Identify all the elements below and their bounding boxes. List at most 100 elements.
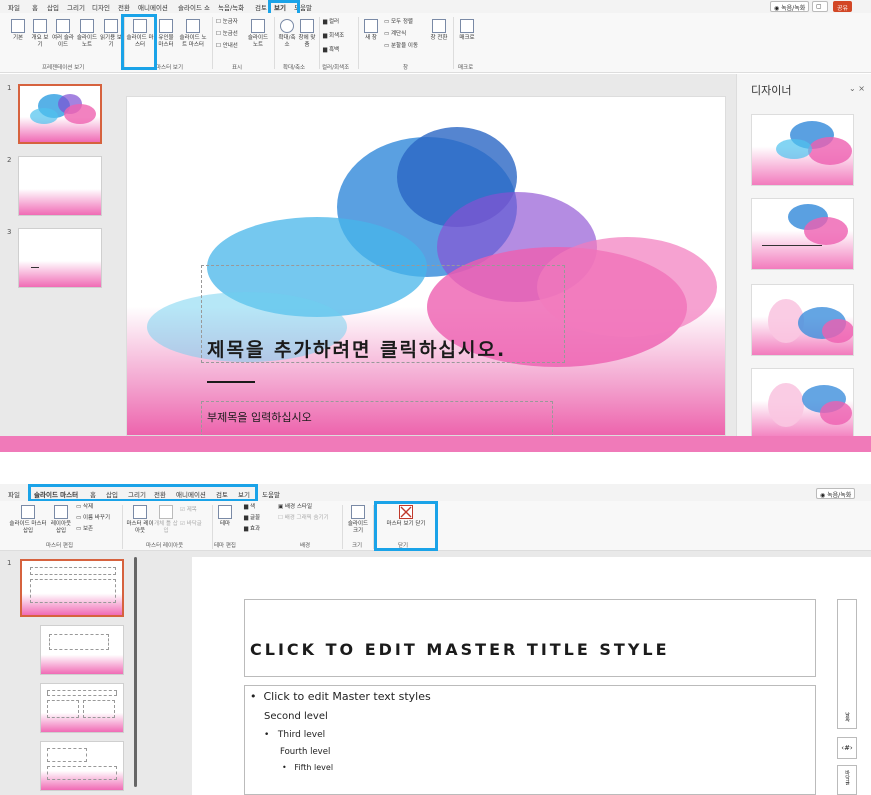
record-button[interactable]: ◉ 녹음/녹화 [816, 488, 856, 499]
main-slide[interactable]: 제목을 추가하려면 클릭하십시오. 부제목을 입력하십시오 [126, 96, 726, 436]
share-button[interactable]: 공유 [833, 1, 853, 12]
separator [453, 17, 454, 69]
insert-slide-master-button[interactable]: 슬라이드 마스터 삽입 [8, 505, 48, 535]
insert-placeholder-button[interactable]: 개체 틀 삽입 [154, 505, 178, 535]
slide-number: 2 [7, 156, 12, 164]
handout-master-button[interactable]: 유인물 마스터 [156, 19, 176, 49]
designer-controls[interactable]: ⌄ × [849, 84, 865, 93]
layout-thumbnail-2[interactable] [40, 683, 124, 733]
smoke-image [30, 94, 96, 124]
menu-file[interactable]: 파일 [8, 2, 20, 12]
thumbnail-scrollbar[interactable] [134, 557, 137, 787]
design-idea-4[interactable] [751, 368, 854, 440]
normal-view-button[interactable]: 기본 [10, 19, 26, 42]
macros-button[interactable]: 매크로 [456, 19, 478, 42]
color-button[interactable]: ▆ 컬러 [323, 19, 339, 26]
separator [274, 17, 275, 69]
master-title[interactable]: CLICK TO EDIT MASTER TITLE STYLE [250, 640, 670, 659]
hide-background-checkbox[interactable]: ☐ 배경 그래픽 숨기기 [278, 515, 329, 522]
slide-thumbnail-3[interactable] [18, 228, 102, 288]
arrange-all-button[interactable]: ▭ 모두 정렬 [384, 19, 413, 26]
title-checkbox[interactable]: ☑ 제목 [180, 507, 197, 514]
outline-view-button[interactable]: 개요 보기 [30, 19, 50, 49]
menu-help[interactable]: 도움말 [262, 489, 280, 499]
show-notes-button[interactable]: 슬라이드 노트 [246, 19, 270, 49]
thumb-body-box [47, 766, 117, 780]
themes-button[interactable]: 테마 [216, 505, 234, 528]
rename-button[interactable]: ▭ 이름 바꾸기 [76, 515, 110, 522]
slide-subtitle[interactable]: 부제목을 입력하십시오 [207, 409, 312, 425]
group-presentation-views: 프레젠테이션 보기 [42, 65, 85, 71]
notes-page-button[interactable]: 슬라이드 노트 [76, 19, 98, 49]
themes-icon [218, 505, 232, 519]
text-level-1[interactable]: • Click to edit Master text styles [250, 690, 431, 703]
master-layout-button[interactable]: 마스터 레이아웃 [126, 505, 154, 535]
group-show: 표시 [232, 65, 243, 71]
date-placeholder[interactable]: 날짜 [837, 599, 857, 729]
highlight-close-master-view [374, 501, 438, 551]
slide-thumbnail-1[interactable] [18, 84, 102, 144]
bw-button[interactable]: ▆ 흑백 [323, 47, 339, 54]
thumb-body-box [47, 700, 79, 718]
reading-view-button[interactable]: 읽기용 보기 [100, 19, 122, 49]
menu-slideshow[interactable]: 슬라이드 쇼 [178, 2, 210, 12]
menu-draw[interactable]: 그리기 [67, 2, 85, 12]
fit-window-button[interactable]: 창에 맞춤 [298, 19, 316, 49]
notes-master-button[interactable]: 슬라이드 노트 마스터 [178, 19, 208, 49]
design-idea-2[interactable] [751, 198, 854, 270]
grayscale-button[interactable]: ▆ 회색조 [323, 33, 344, 40]
delete-button[interactable]: ▭ 삭제 [76, 504, 93, 511]
master-slide[interactable]: CLICK TO EDIT MASTER TITLE STYLE • Click… [192, 557, 871, 795]
master-title-box[interactable] [244, 599, 816, 677]
group-color: 컬러/회색조 [322, 65, 350, 71]
layout-thumbnail-1[interactable] [40, 625, 124, 675]
thumb-title-box [30, 567, 116, 575]
background-styles-button[interactable]: ▣ 배경 스타일 [278, 504, 312, 511]
effects-button[interactable]: ▆ 효과 [244, 526, 260, 533]
cascade-button[interactable]: ▭ 계단식 [384, 31, 406, 38]
group-edit-master: 마스터 편집 [46, 543, 74, 549]
text-level-4[interactable]: Fourth level [280, 747, 330, 757]
menu-animations[interactable]: 애니메이션 [138, 2, 168, 12]
slide-sorter-button[interactable]: 여러 슬라이드 [52, 19, 74, 49]
new-window-button[interactable]: 새 창 [362, 19, 380, 42]
insert-layout-button[interactable]: 레이아웃 삽입 [48, 505, 74, 535]
menu-home[interactable]: 홈 [32, 2, 38, 12]
colors-button[interactable]: ▆ 색 [244, 504, 255, 511]
slide-title[interactable]: 제목을 추가하려면 클릭하십시오. [207, 335, 506, 362]
notes-show-icon [251, 19, 265, 33]
footer-checkbox[interactable]: ☑ 바닥글 [180, 521, 202, 528]
preserve-button[interactable]: ▭ 보존 [76, 526, 93, 533]
separator [122, 505, 123, 549]
gridlines-checkbox[interactable]: ☐ 눈금선 [216, 31, 238, 38]
menu-design[interactable]: 디자인 [92, 2, 110, 12]
slide-number-placeholder[interactable]: ‹#› [837, 737, 857, 759]
menu-review[interactable]: 검토 [255, 2, 267, 12]
text-level-2[interactable]: Second level [264, 711, 328, 722]
menu-insert[interactable]: 삽입 [47, 2, 59, 12]
new-window-icon [364, 19, 378, 33]
move-split-button[interactable]: ▭ 분할을 이동 [384, 43, 418, 50]
layout-thumbnail-3[interactable] [40, 741, 124, 791]
design-idea-3[interactable] [751, 284, 854, 356]
switch-window-button[interactable]: 창 전환 [428, 19, 450, 42]
menu-transitions[interactable]: 전환 [118, 2, 130, 12]
menu-file[interactable]: 파일 [8, 489, 20, 499]
ruler-checkbox[interactable]: ☐ 눈금자 [216, 19, 238, 26]
menu-record[interactable]: 녹음/녹화 [218, 2, 244, 12]
comment-button[interactable]: ▢ [812, 1, 828, 12]
slide-thumbnail-2[interactable] [18, 156, 102, 216]
design-idea-1[interactable] [751, 114, 854, 186]
footer-placeholder[interactable]: 바닥글 [837, 765, 857, 795]
design-preview-image [768, 383, 852, 427]
fonts-button[interactable]: ▆ 글꼴 [244, 515, 260, 522]
text-level-5[interactable]: • Fifth level [282, 763, 333, 772]
zoom-button[interactable]: 확대/축소 [278, 19, 296, 49]
record-button[interactable]: ◉ 녹음/녹화 [770, 1, 810, 12]
master-thumbnail[interactable] [20, 559, 124, 617]
slide-number: 1 [7, 84, 12, 92]
thumb-title-box [49, 634, 109, 650]
text-level-3[interactable]: • Third level [264, 730, 325, 740]
guides-checkbox[interactable]: ☐ 안내선 [216, 43, 238, 50]
slide-size-button[interactable]: 슬라이드 크기 [346, 505, 370, 535]
